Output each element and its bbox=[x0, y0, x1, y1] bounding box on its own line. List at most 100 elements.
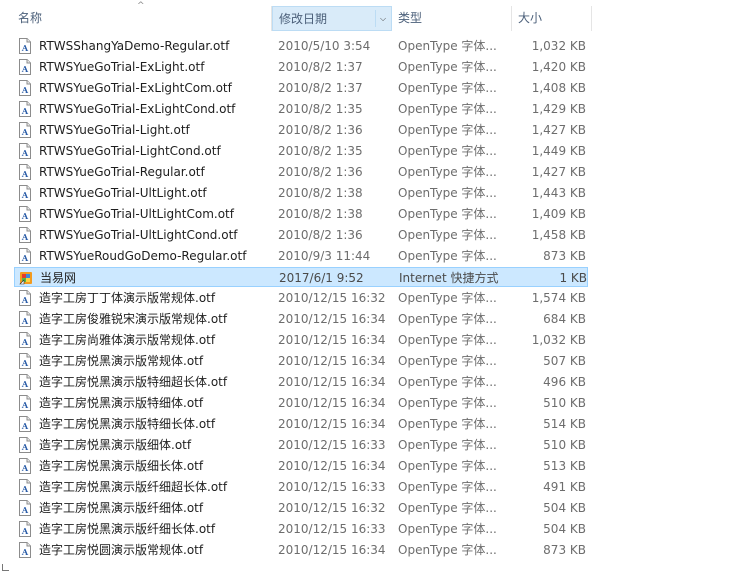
svg-text:A: A bbox=[21, 526, 29, 536]
svg-text:A: A bbox=[21, 211, 29, 221]
file-row[interactable]: A RTWSYueRoudGoDemo-Regular.otf 2010/9/3 1… bbox=[14, 246, 588, 266]
file-size: 513 KB bbox=[543, 459, 586, 473]
column-header-type[interactable]: 类型 bbox=[392, 6, 512, 31]
file-type: OpenType 字体... bbox=[398, 291, 497, 305]
file-type: OpenType 字体... bbox=[398, 249, 497, 263]
file-row[interactable]: A 造字工房俊雅锐宋演示版常规体.otf 2010/12/15 16:34 OpenT… bbox=[14, 309, 588, 329]
file-row[interactable]: A 造字工房悦黑演示版特细超长体.otf 2010/12/15 16:34 OpenT… bbox=[14, 372, 588, 392]
file-type: OpenType 字体... bbox=[398, 543, 497, 557]
file-name: 造字工房尚雅体演示版常规体.otf bbox=[39, 333, 216, 347]
file-size: 1,409 KB bbox=[531, 207, 586, 221]
font-file-icon: A bbox=[18, 332, 32, 348]
file-type: OpenType 字体... bbox=[398, 480, 497, 494]
file-row[interactable]: A 造字工房悦黑演示版纤细体.otf 2010/12/15 16:32 OpenTyp… bbox=[14, 498, 588, 518]
file-row[interactable]: A RTWSYueGoTrial-ExLightCom.otf 2010/8/2 1… bbox=[14, 78, 588, 98]
file-type: OpenType 字体... bbox=[398, 186, 497, 200]
font-file-icon: A bbox=[18, 80, 32, 96]
svg-text:A: A bbox=[21, 169, 29, 179]
resize-corner-mark bbox=[2, 564, 9, 571]
file-name: RTWSYueRoudGoDemo-Regular.otf bbox=[39, 249, 247, 263]
svg-text:A: A bbox=[21, 358, 29, 368]
file-type: OpenType 字体... bbox=[398, 144, 497, 158]
file-name: RTWSShangYaDemo-Regular.otf bbox=[39, 39, 230, 53]
file-row[interactable]: A RTWSYueGoTrial-ExLight.otf 2010/8/2 1:37… bbox=[14, 57, 588, 77]
file-row[interactable]: A RTWSYueGoTrial-UltLightCond.otf 2010/8/2… bbox=[14, 225, 588, 245]
font-file-icon: A bbox=[18, 227, 32, 243]
file-type: OpenType 字体... bbox=[398, 165, 497, 179]
column-header-size[interactable]: 大小 bbox=[512, 6, 592, 31]
file-row[interactable]: A RTWSYueGoTrial-LightCond.otf 2010/8/2 1:… bbox=[14, 141, 588, 161]
file-type: OpenType 字体... bbox=[398, 501, 497, 515]
file-date-modified: 2010/12/15 16:34 bbox=[278, 396, 386, 410]
file-name: 造字工房悦黑演示版特细长体.otf bbox=[39, 417, 216, 431]
file-type: OpenType 字体... bbox=[398, 522, 497, 536]
file-size: 491 KB bbox=[543, 480, 586, 494]
column-header-name[interactable]: 名称 bbox=[12, 6, 272, 31]
font-file-icon: A bbox=[18, 248, 32, 264]
file-row[interactable]: A 造字工房悦黑演示版常规体.otf 2010/12/15 16:34 OpenTyp… bbox=[14, 351, 588, 371]
file-type: OpenType 字体... bbox=[398, 81, 497, 95]
file-size: 1,429 KB bbox=[531, 102, 586, 116]
file-name: RTWSYueGoTrial-UltLightCond.otf bbox=[39, 228, 238, 242]
svg-text:A: A bbox=[21, 400, 29, 410]
file-date-modified: 2010/12/15 16:33 bbox=[278, 522, 386, 536]
svg-text:A: A bbox=[21, 442, 29, 452]
file-row[interactable]: A RTWSYueGoTrial-UltLight.otf 2010/8/2 1:3… bbox=[14, 183, 588, 203]
font-file-icon: A bbox=[18, 437, 32, 453]
file-row[interactable]: A RTWSYueGoTrial-ExLightCond.otf 2010/8/2 … bbox=[14, 99, 588, 119]
file-name: RTWSYueGoTrial-LightCond.otf bbox=[39, 144, 221, 158]
file-row[interactable]: 当易网 2017/6/1 9:52 Internet 快捷方式 1 KB bbox=[14, 267, 588, 287]
file-date-modified: 2010/8/2 1:37 bbox=[278, 60, 363, 74]
file-date-modified: 2010/8/2 1:37 bbox=[278, 81, 363, 95]
file-size: 1,458 KB bbox=[531, 228, 586, 242]
file-row[interactable]: A RTWSYueGoTrial-Regular.otf 2010/8/2 1:36… bbox=[14, 162, 588, 182]
svg-text:A: A bbox=[21, 127, 29, 137]
file-name: 造字工房悦黑演示版纤细长体.otf bbox=[39, 522, 216, 536]
file-name: 造字工房悦圆演示版常规体.otf bbox=[39, 543, 204, 557]
font-file-icon: A bbox=[18, 122, 32, 138]
file-date-modified: 2010/8/2 1:35 bbox=[278, 144, 363, 158]
svg-text:A: A bbox=[21, 547, 29, 557]
file-row[interactable]: A 造字工房悦黑演示版细长体.otf 2010/12/15 16:34 OpenTyp… bbox=[14, 456, 588, 476]
file-name: 造字工房悦黑演示版细长体.otf bbox=[39, 459, 204, 473]
file-size: 873 KB bbox=[543, 249, 586, 263]
svg-text:A: A bbox=[21, 421, 29, 431]
svg-text:A: A bbox=[21, 64, 29, 74]
file-row[interactable]: A RTWSShangYaDemo-Regular.otf 2010/5/10 3:… bbox=[14, 36, 588, 56]
font-file-icon: A bbox=[18, 38, 32, 54]
file-row[interactable]: A RTWSYueGoTrial-UltLightCom.otf 2010/8/2 … bbox=[14, 204, 588, 224]
file-type: OpenType 字体... bbox=[398, 312, 497, 326]
file-size: 1,574 KB bbox=[531, 291, 586, 305]
file-row[interactable]: A 造字工房悦黑演示版纤细长体.otf 2010/12/15 16:33 OpenTy… bbox=[14, 519, 588, 539]
file-row[interactable]: A 造字工房丁丁体演示版常规体.otf 2010/12/15 16:32 OpenTy… bbox=[14, 288, 588, 308]
file-date-modified: 2017/6/1 9:52 bbox=[279, 271, 364, 285]
column-header-date-modified[interactable]: 修改日期 ⌵ bbox=[272, 6, 392, 31]
file-row[interactable]: A 造字工房悦黑演示版纤细超长体.otf 2010/12/15 16:33 OpenT… bbox=[14, 477, 588, 497]
file-row[interactable]: A 造字工房悦黑演示版特细体.otf 2010/12/15 16:34 OpenTyp… bbox=[14, 393, 588, 413]
file-type: OpenType 字体... bbox=[398, 102, 497, 116]
font-file-icon: A bbox=[18, 206, 32, 222]
file-row[interactable]: A 造字工房尚雅体演示版常规体.otf 2010/12/15 16:34 OpenTy… bbox=[14, 330, 588, 350]
font-file-icon: A bbox=[18, 353, 32, 369]
file-date-modified: 2010/12/15 16:34 bbox=[278, 354, 386, 368]
font-file-icon: A bbox=[18, 101, 32, 117]
file-date-modified: 2010/12/15 16:34 bbox=[278, 417, 386, 431]
font-file-icon: A bbox=[18, 311, 32, 327]
file-date-modified: 2010/12/15 16:33 bbox=[278, 438, 386, 452]
file-type: OpenType 字体... bbox=[398, 39, 497, 53]
file-type: OpenType 字体... bbox=[398, 60, 497, 74]
file-size: 1,427 KB bbox=[531, 165, 586, 179]
file-row[interactable]: A 造字工房悦黑演示版细体.otf 2010/12/15 16:33 OpenType… bbox=[14, 435, 588, 455]
chevron-down-icon[interactable]: ⌵ bbox=[375, 10, 390, 27]
file-row[interactable]: A 造字工房悦圆演示版常规体.otf 2010/12/15 16:34 OpenTyp… bbox=[14, 540, 588, 560]
file-name: RTWSYueGoTrial-UltLightCom.otf bbox=[39, 207, 234, 221]
file-name: RTWSYueGoTrial-Light.otf bbox=[39, 123, 190, 137]
file-size: 1,408 KB bbox=[531, 81, 586, 95]
file-date-modified: 2010/12/15 16:34 bbox=[278, 543, 386, 557]
file-name: 造字工房悦黑演示版纤细体.otf bbox=[39, 501, 204, 515]
font-file-icon: A bbox=[18, 416, 32, 432]
file-row[interactable]: A RTWSYueGoTrial-Light.otf 2010/8/2 1:36 Op… bbox=[14, 120, 588, 140]
font-file-icon: A bbox=[18, 59, 32, 75]
file-date-modified: 2010/8/2 1:35 bbox=[278, 102, 363, 116]
file-row[interactable]: A 造字工房悦黑演示版特细长体.otf 2010/12/15 16:34 OpenTy… bbox=[14, 414, 588, 434]
